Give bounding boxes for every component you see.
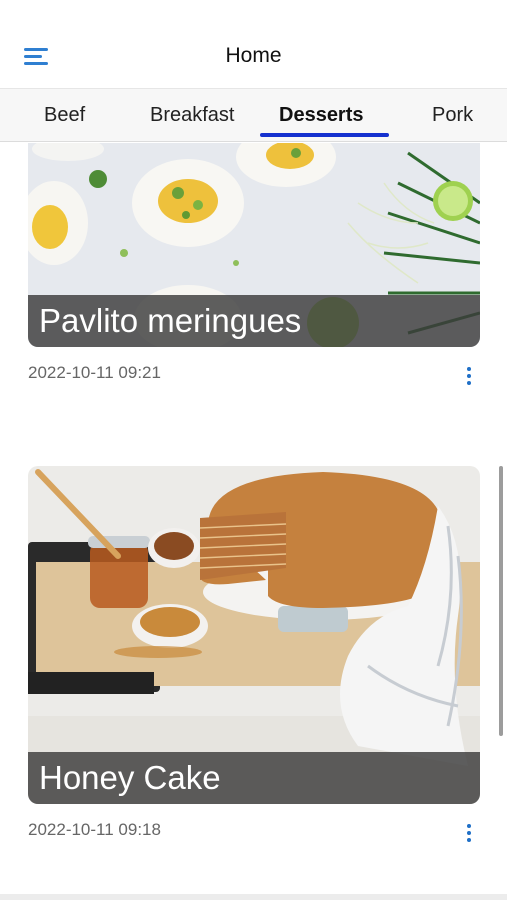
recipe-title: Honey Cake <box>28 752 480 804</box>
more-vertical-icon[interactable] <box>459 364 479 388</box>
bottom-edge <box>0 894 507 900</box>
category-tabs: Beef Breakfast Desserts Pork <box>0 88 507 142</box>
more-vertical-icon[interactable] <box>459 821 479 845</box>
recipe-image-honey-cake[interactable]: Honey Cake <box>28 466 480 804</box>
page-title: Home <box>225 44 282 67</box>
app-header: Home <box>0 0 507 88</box>
tab-desserts[interactable]: Desserts <box>279 104 364 127</box>
tab-breakfast[interactable]: Breakfast <box>150 104 234 127</box>
recipe-feed[interactable]: Pavlito meringues 2022-10-11 09:21 Honey… <box>0 143 507 900</box>
recipe-date: 2022-10-11 09:18 <box>28 820 161 839</box>
recipe-title: Pavlito meringues <box>28 295 480 347</box>
recipe-date: 2022-10-11 09:21 <box>28 363 161 382</box>
active-tab-indicator <box>260 133 389 137</box>
scrollbar[interactable] <box>499 466 503 736</box>
recipe-image-pavlito-meringues[interactable]: Pavlito meringues <box>28 143 480 347</box>
tab-pork[interactable]: Pork <box>432 104 473 127</box>
tab-beef[interactable]: Beef <box>44 104 85 127</box>
